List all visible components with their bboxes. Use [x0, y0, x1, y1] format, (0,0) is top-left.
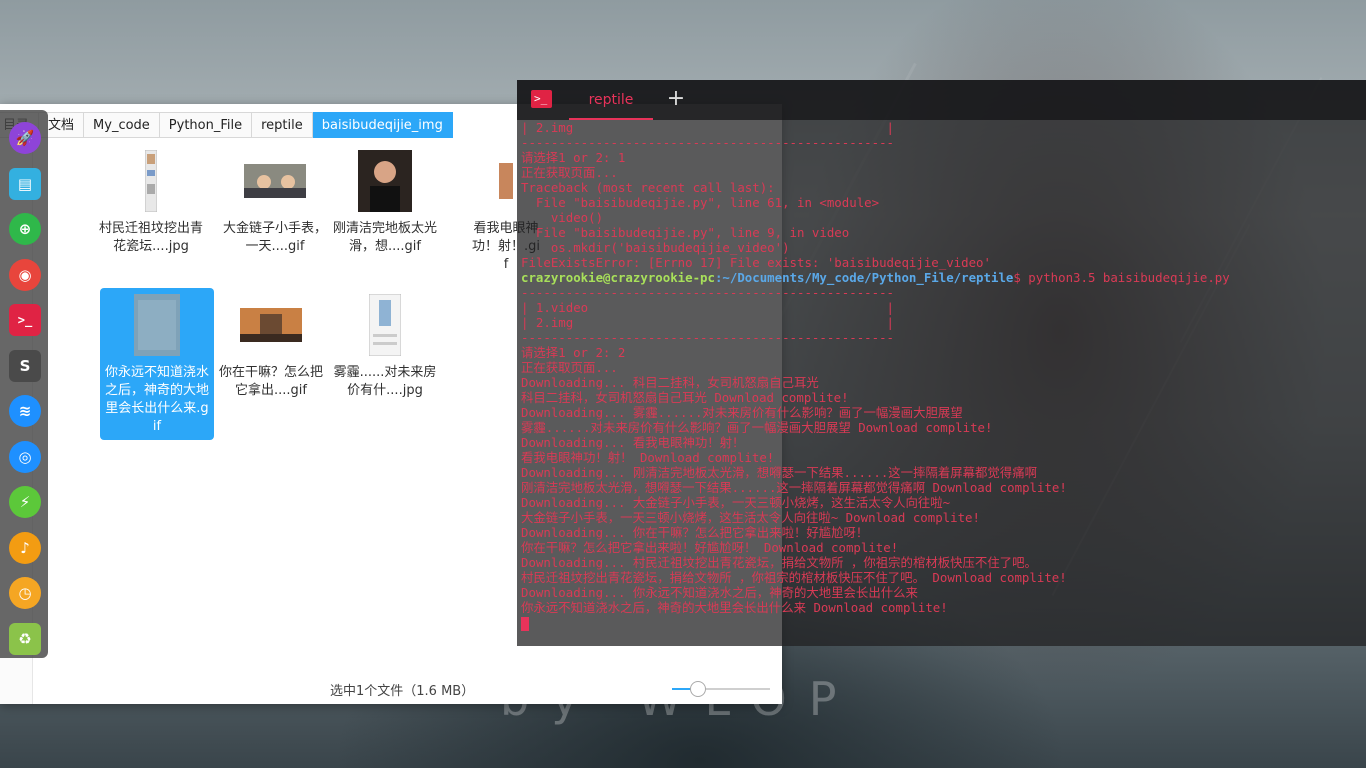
- file-name: 大金链子小手表，一天....gif: [222, 221, 327, 254]
- camera-icon[interactable]: ◎: [9, 440, 41, 473]
- dock: 🚀 ▤ ⊕ ◉ >_ S ≋ ◎ ⚡ ♪ ◷ ♻: [0, 110, 48, 658]
- power-icon[interactable]: ⚡: [9, 486, 41, 518]
- file-manager-icon[interactable]: ▤: [9, 167, 41, 200]
- terminal-line: 村民迁祖坟挖出青花瓷坛，捐给文物所 ，你祖宗的棺材板快压不住了吧。 Downlo…: [521, 570, 1067, 585]
- terminal-line: ----------------------------------------…: [521, 285, 894, 300]
- file-name: 雾霾......对未来房价有什....jpg: [333, 365, 437, 398]
- terminal-line: 请选择1 or 2: 2: [521, 345, 626, 360]
- file-item[interactable]: 刚清洁完地板太光滑，想....gif: [328, 144, 442, 260]
- terminal-line: 你永远不知道浇水之后，神奇的大地里会长出什么来 Download complit…: [521, 600, 948, 615]
- terminal-line: os.mkdir('baisibudeqijie_video'): [521, 240, 790, 255]
- file-thumbnail: [218, 148, 332, 214]
- terminal-line: ----------------------------------------…: [521, 330, 894, 345]
- terminal-line: video(): [521, 210, 604, 225]
- zoom-slider-handle[interactable]: [689, 681, 706, 697]
- file-name: 你永远不知道浇水之后，神奇的大地里会长出什么来.gif: [104, 365, 209, 434]
- terminal-line: | 2.img |: [521, 315, 894, 330]
- terminal-line: Downloading... 村民迁祖坟挖出青花瓷坛，捐给文物所 ，你祖宗的棺材…: [521, 555, 1037, 570]
- file-name: 村民迁祖坟挖出青花瓷坛....jpg: [98, 221, 203, 254]
- terminal-line: Traceback (most recent call last):: [521, 180, 775, 195]
- terminal-line: | 2.img |: [521, 120, 894, 135]
- wifi-icon[interactable]: ≋: [9, 395, 41, 427]
- file-thumbnail: [214, 292, 328, 358]
- breadcrumb-item[interactable]: Python_File: [159, 112, 253, 138]
- new-tab-button[interactable]: +: [665, 80, 687, 120]
- terminal-line: 正在获取页面...: [521, 165, 618, 180]
- terminal-line: Downloading... 看我电眼神功！射！: [521, 435, 745, 450]
- file-item[interactable]: 你在干嘛？怎么把它拿出....gif: [214, 288, 328, 404]
- prompt-command: $ python3.5 baisibudeqijie.py: [1013, 270, 1230, 285]
- status-bar: 选中1个文件（1.6 MB）: [0, 674, 782, 704]
- terminal-window[interactable]: | 2.img | -------------------------------…: [517, 120, 1366, 646]
- terminal-line: Downloading... 刚清洁完地板太光滑，想嘚瑟一下结果......这一…: [521, 465, 1037, 480]
- tab-reptile[interactable]: reptile: [569, 80, 653, 120]
- file-item[interactable]: 你永远不知道浇水之后，神奇的大地里会长出什么来.gif: [100, 288, 214, 440]
- terminal-line: 看我电眼神功！射！ Download complite!: [521, 450, 775, 465]
- terminal-line: Downloading... 科目二挂科，女司机怒扇自己耳光: [521, 375, 819, 390]
- file-item[interactable]: 雾霾......对未来房价有什....jpg: [328, 288, 442, 404]
- terminal-line: ----------------------------------------…: [521, 135, 894, 150]
- terminal-line: File "baisibudeqijie.py", line 9, in vid…: [521, 225, 850, 240]
- chrome-icon[interactable]: ◉: [9, 258, 41, 291]
- launcher-icon[interactable]: 🚀: [9, 122, 41, 154]
- terminal-output: | 2.img | -------------------------------…: [521, 120, 1366, 631]
- clock-icon[interactable]: ◷: [9, 577, 41, 609]
- terminal-line: Downloading... 你永远不知道浇水之后，神奇的大地里会长出什么来: [521, 585, 918, 600]
- file-thumbnail: [328, 292, 442, 358]
- breadcrumb-item[interactable]: baisibudeqijie_img: [312, 112, 453, 138]
- terminal-icon[interactable]: >_: [9, 304, 41, 336]
- terminal-line: 请选择1 or 2: 1: [521, 150, 626, 165]
- app-store-icon[interactable]: ⊕: [9, 213, 41, 245]
- file-thumbnail: [328, 148, 442, 214]
- trash-icon[interactable]: ♻: [9, 622, 41, 655]
- terminal-line: Downloading... 雾霾......对未来房价有什么影响？画了一幅漫画…: [521, 405, 963, 420]
- terminal-prompt-line: [521, 615, 1366, 631]
- selection-status: 选中1个文件（1.6 MB）: [330, 684, 475, 699]
- music-icon[interactable]: ♪: [9, 531, 41, 564]
- terminal-line: 雾霾......对未来房价有什么影响？画了一幅漫画大胆展望 Download c…: [521, 420, 993, 435]
- terminal-line: 科目二挂科，女司机怒扇自己耳光 Download complite!: [521, 390, 849, 405]
- file-thumbnail: [94, 148, 208, 214]
- terminal-cursor: [521, 616, 529, 631]
- file-item[interactable]: 大金链子小手表，一天....gif: [218, 144, 332, 260]
- breadcrumb-item[interactable]: My_code: [84, 112, 160, 138]
- breadcrumb: 目录文档My_codePython_Filereptilebaisibudeqi…: [0, 112, 453, 138]
- file-item[interactable]: 村民迁祖坟挖出青花瓷坛....jpg: [94, 144, 208, 260]
- terminal-line: 正在获取页面...: [521, 360, 618, 375]
- terminal-line: File "baisibudeqijie.py", line 61, in <m…: [521, 195, 880, 210]
- terminal-line: Downloading... 你在干嘛？怎么把它拿出来啦！好尴尬呀！: [521, 525, 869, 540]
- prompt-path: :~/Documents/My_code/Python_File/reptile: [714, 270, 1014, 285]
- terminal-line: crazyrookie@crazyrookie-pc:~/Documents/M…: [521, 270, 1366, 285]
- sublime-text-icon[interactable]: S: [9, 349, 41, 382]
- zoom-slider[interactable]: [672, 681, 770, 697]
- terminal-line: 刚清洁完地板太光滑，想嘚瑟一下结果......这一摔隔着屏幕都觉得痛啊 Down…: [521, 480, 1067, 495]
- terminal-tab-bar: >_ reptile +: [517, 80, 1366, 120]
- terminal-line: 大金链子小手表，一天三顿小烧烤，这生活太令人向往啦~ Download comp…: [521, 510, 980, 525]
- file-name: 刚清洁完地板太光滑，想....gif: [332, 221, 437, 254]
- terminal-line: 你在干嘛？怎么把它拿出来啦！好尴尬呀！ Download complite!: [521, 540, 899, 555]
- terminal-logo-icon: >_: [531, 90, 552, 108]
- prompt-user: crazyrookie@crazyrookie-pc: [521, 270, 715, 285]
- breadcrumb-item[interactable]: reptile: [252, 112, 313, 138]
- terminal-line: FileExistsError: [Errno 17] File exists:…: [521, 255, 991, 270]
- file-name: 你在干嘛？怎么把它拿出....gif: [218, 365, 323, 398]
- file-thumbnail: [100, 292, 214, 358]
- terminal-line: Downloading... 大金链子小手表，一天三顿小烧烤，这生活太令人向往啦…: [521, 495, 951, 510]
- terminal-line: | 1.video |: [521, 300, 894, 315]
